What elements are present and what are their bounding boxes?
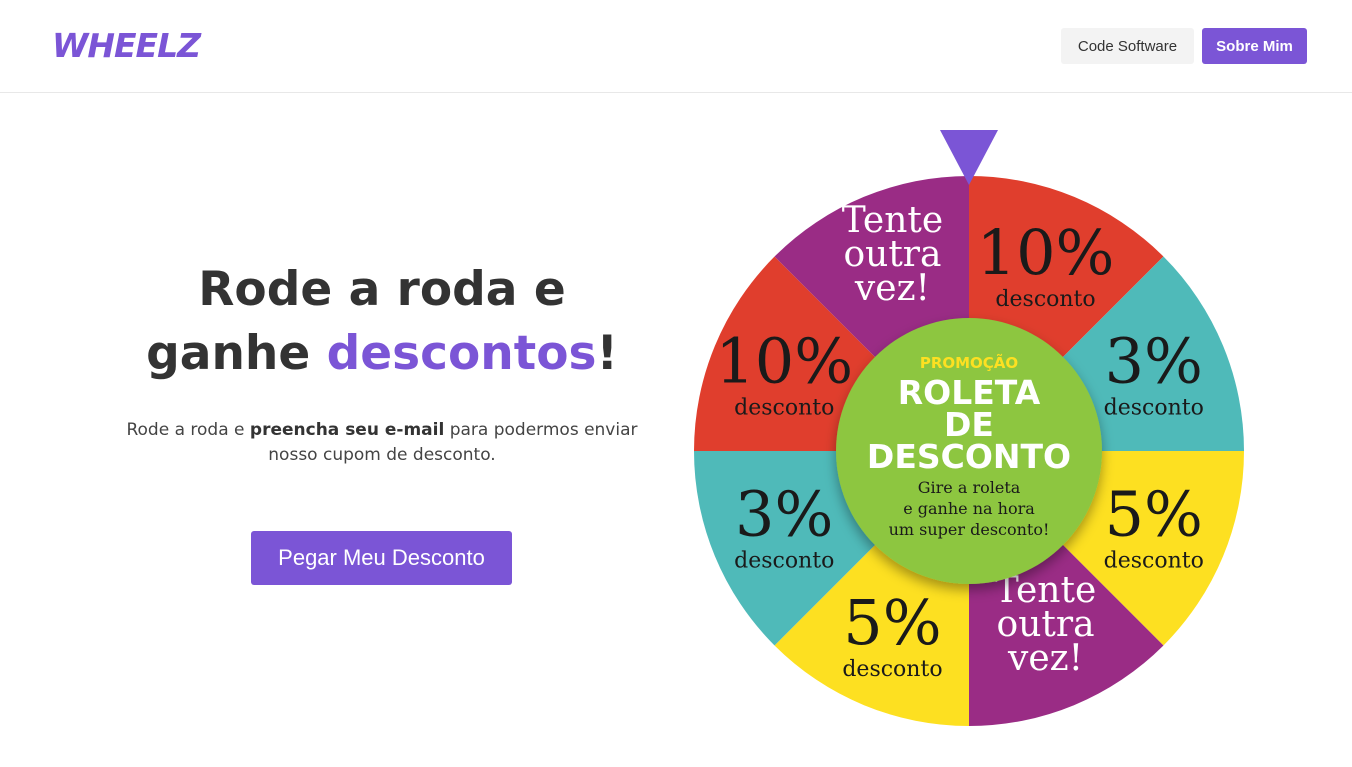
wheel-sub-1: Gire a roleta <box>918 478 1021 497</box>
wheel-segment-percent: 5% <box>843 586 941 659</box>
sobre-mim-button[interactable]: Sobre Mim <box>1202 28 1307 64</box>
wheel-segment-text: vez! <box>1007 638 1083 679</box>
wheel-segment-label: Tenteoutravez! <box>995 570 1096 679</box>
wheel-segment-percent: 3% <box>735 478 833 551</box>
wheel-segment-percent: 3% <box>1105 324 1203 397</box>
hero-title-line2: ganhe <box>146 326 327 381</box>
wheel-pointer-icon <box>940 130 998 185</box>
wheel-graphic: 10%desconto3%desconto5%descontoTenteoutr… <box>694 130 1244 726</box>
hero-title-suffix: ! <box>596 326 618 381</box>
wheel-segment-caption: desconto <box>1104 395 1204 420</box>
wheel-segment-percent: 10% <box>977 216 1115 289</box>
wheel-segment-percent: 5% <box>1105 478 1203 551</box>
wheel-segment-label: 5%desconto <box>1104 478 1204 574</box>
wheel-center: PROMOÇÃO ROLETA DE DESCONTO Gire a rolet… <box>836 318 1102 584</box>
navbar: WHEELZ Code Software Sobre Mim <box>0 0 1352 93</box>
wheel-segment-label: 5%desconto <box>842 586 942 682</box>
wheel-title-3: DESCONTO <box>867 437 1071 476</box>
wheel-segment-label: 10%desconto <box>715 324 853 420</box>
wheel-segment-caption: desconto <box>734 549 834 574</box>
hero-title-highlight: descontos <box>326 326 597 381</box>
hero-title-line1: Rode a roda e <box>198 262 566 317</box>
logo[interactable]: WHEELZ <box>52 24 201 68</box>
wheel-segment-caption: desconto <box>995 287 1095 312</box>
hero-title: Rode a roda e ganhe descontos! <box>110 258 654 386</box>
wheel-sub-2: e ganhe na hora <box>903 499 1035 518</box>
wheel-segment-label: 3%desconto <box>1104 324 1204 420</box>
code-software-button[interactable]: Code Software <box>1061 28 1194 64</box>
wheel-segment-caption: desconto <box>842 657 942 682</box>
wheel-segment-percent: 10% <box>715 324 853 397</box>
wheel-segment-label: 10%desconto <box>977 216 1115 312</box>
hero-text-part1: Rode a roda e <box>126 420 250 440</box>
wheel-segment-text: vez! <box>854 268 930 309</box>
wheel-segment-caption: desconto <box>1104 549 1204 574</box>
wheel-segment-caption: desconto <box>734 395 834 420</box>
hero-text-bold: preencha seu e-mail <box>249 420 445 440</box>
wheel-sub-3: um super desconto! <box>889 520 1050 539</box>
hero-description: Rode a roda e preencha seu e-mail para p… <box>110 418 654 468</box>
wheel-promo-label: PROMOÇÃO <box>920 353 1018 372</box>
wheel-segment-label: 3%desconto <box>734 478 834 574</box>
get-discount-button[interactable]: Pegar Meu Desconto <box>251 531 512 585</box>
discount-wheel[interactable]: 10% desconto 3% desconto 5% desconto Tente outr… <box>690 125 1250 735</box>
wheel-segment-label: Tenteoutravez! <box>842 200 943 309</box>
